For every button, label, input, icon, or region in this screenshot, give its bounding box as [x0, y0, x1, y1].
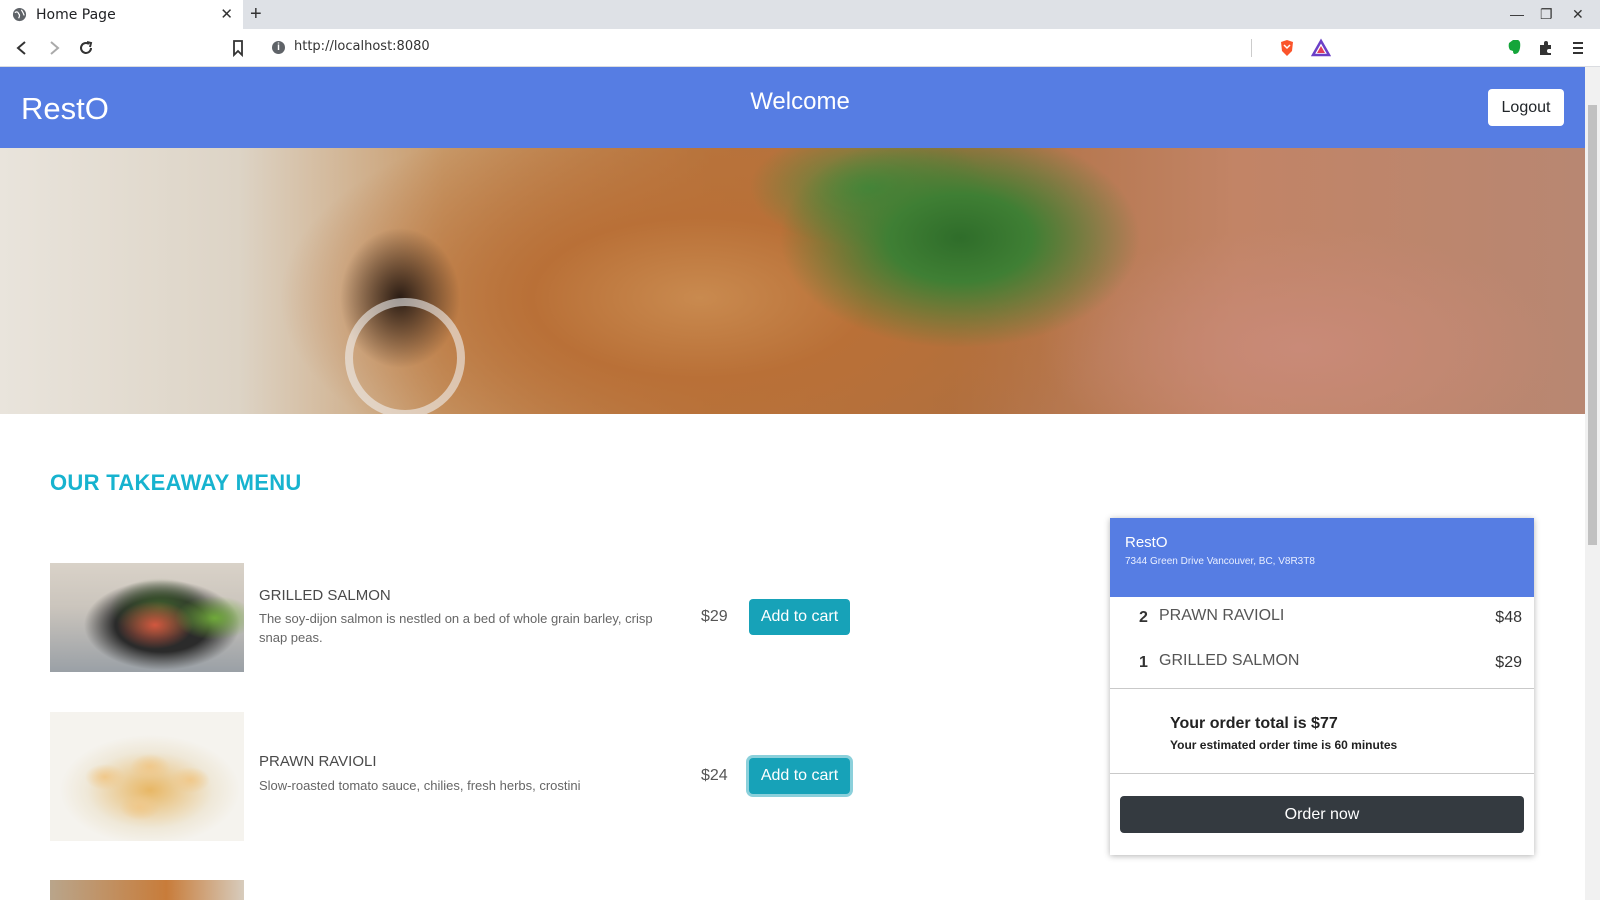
window-close-icon[interactable]: ✕: [1572, 6, 1584, 23]
add-to-cart-button[interactable]: Add to cart: [749, 599, 850, 635]
hero-image: [0, 148, 1585, 414]
close-tab-icon[interactable]: ✕: [220, 7, 233, 22]
cart-header: RestO 7344 Green Drive Vancouver, BC, V8…: [1110, 518, 1534, 597]
menu-item-price: $29: [701, 608, 728, 625]
page-scrollbar[interactable]: [1585, 67, 1600, 900]
cart-item-qty: 1: [1139, 654, 1148, 671]
menu-icon[interactable]: [1568, 38, 1588, 58]
order-estimate: Your estimated order time is 60 minutes: [1170, 738, 1398, 752]
order-cart: RestO 7344 Green Drive Vancouver, BC, V8…: [1110, 518, 1534, 855]
menu-item-description: The soy-dijon salmon is nestled on a bed…: [259, 611, 653, 645]
menu-item: PRAWN RAVIOLI Slow-roasted tomato sauce,…: [50, 712, 850, 842]
menu-item-description: Slow-roasted tomato sauce, chilies, fres…: [259, 778, 581, 793]
cart-divider: [1110, 688, 1534, 689]
cart-item-name: GRILLED SALMON: [1159, 652, 1300, 669]
minimize-icon[interactable]: —: [1510, 6, 1524, 22]
browser-tab[interactable]: Home Page ✕: [0, 0, 243, 29]
extensions-icon[interactable]: [1536, 38, 1556, 58]
cart-restaurant-address: 7344 Green Drive Vancouver, BC, V8R3T8: [1125, 556, 1315, 567]
forward-icon[interactable]: [44, 38, 64, 58]
site-header: RestO Welcome Logout: [0, 67, 1585, 148]
url-text[interactable]: http://localhost:8080: [294, 39, 430, 54]
scrollbar-thumb[interactable]: [1588, 105, 1597, 545]
order-total: Your order total is $77: [1170, 715, 1338, 732]
reload-icon[interactable]: [76, 38, 96, 58]
welcome-heading: Welcome: [750, 88, 850, 115]
page-content: RestO Welcome Logout OUR TAKEAWAY MENU G…: [0, 67, 1585, 900]
menu-item: GRILLED SALMON The soy-dijon salmon is n…: [50, 563, 850, 673]
add-to-cart-button[interactable]: Add to cart: [749, 758, 850, 794]
menu-title: OUR TAKEAWAY MENU: [50, 470, 302, 495]
menu-item-name: GRILLED SALMON: [259, 587, 391, 604]
order-now-button[interactable]: Order now: [1120, 796, 1524, 833]
omnibox-divider: [1251, 39, 1252, 57]
info-icon[interactable]: i: [272, 41, 285, 54]
menu-item-photo: [50, 880, 244, 900]
brave-rewards-icon[interactable]: [1311, 38, 1331, 58]
globe-icon: [12, 7, 27, 22]
cart-item: 2 PRAWN RAVIOLI $48: [1110, 597, 1534, 637]
menu-item-photo: [50, 712, 244, 841]
browser-tab-bar: Home Page ✕ + — ❐ ✕: [0, 0, 1600, 29]
brave-shield-icon[interactable]: [1277, 38, 1297, 58]
cart-item: 1 GRILLED SALMON $29: [1110, 642, 1534, 682]
bookmark-icon[interactable]: [228, 38, 248, 58]
cart-item-price: $48: [1495, 609, 1522, 626]
cart-item-name: PRAWN RAVIOLI: [1159, 607, 1285, 624]
logout-button[interactable]: Logout: [1488, 89, 1564, 126]
tab-title: Home Page: [36, 6, 116, 23]
menu-item-price: $24: [701, 767, 728, 784]
cart-divider: [1110, 773, 1534, 774]
cart-restaurant-name: RestO: [1125, 534, 1168, 551]
address-bar[interactable]: i http://localhost:8080: [259, 33, 1340, 62]
menu-item: [50, 880, 850, 900]
hero-plate-decoration: [345, 298, 465, 414]
cart-item-qty: 2: [1139, 609, 1148, 626]
restore-icon[interactable]: ❐: [1540, 6, 1553, 23]
menu-item-photo: [50, 563, 244, 672]
new-tab-icon[interactable]: +: [250, 4, 262, 24]
menu-item-name: PRAWN RAVIOLI: [259, 753, 377, 770]
evernote-icon[interactable]: [1504, 38, 1524, 58]
cart-item-price: $29: [1495, 654, 1522, 671]
browser-toolbar: i http://localhost:8080: [0, 29, 1600, 67]
back-icon[interactable]: [12, 38, 32, 58]
